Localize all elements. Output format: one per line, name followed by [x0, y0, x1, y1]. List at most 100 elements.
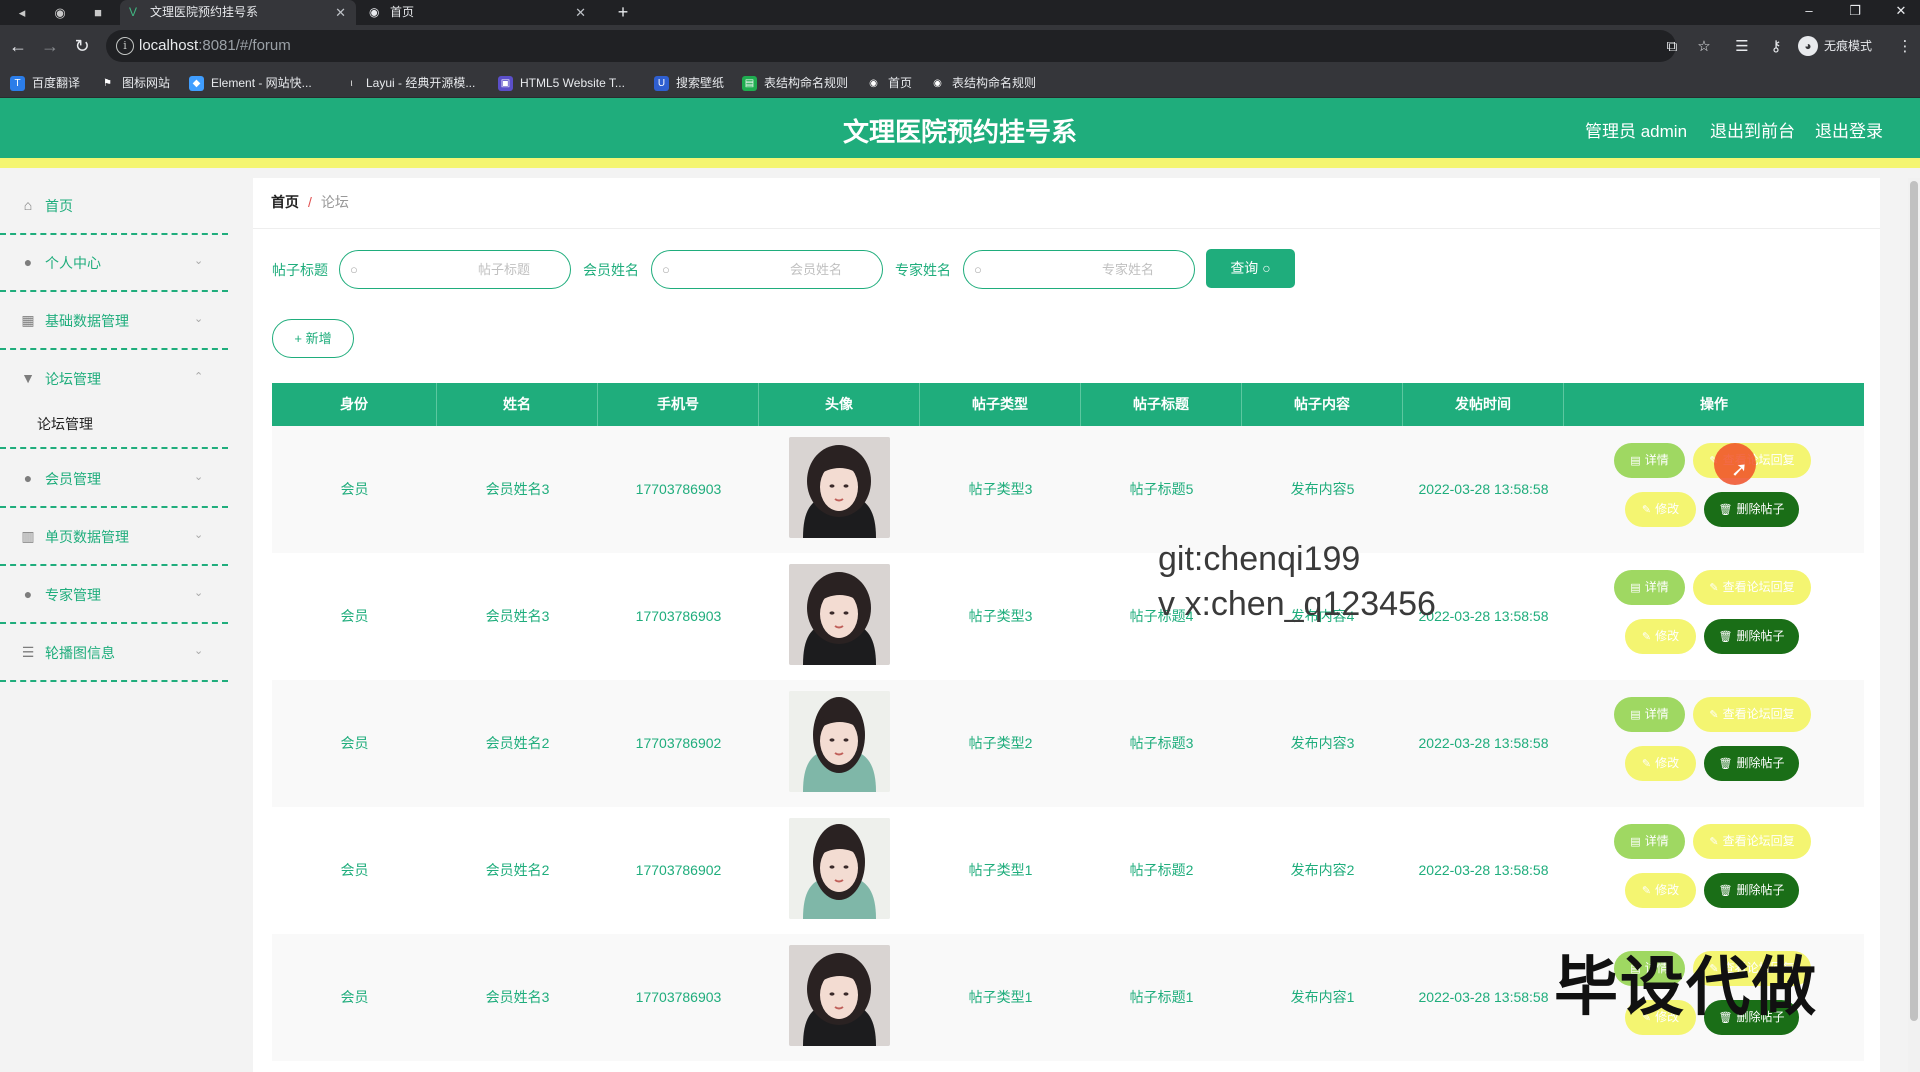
forward-icon[interactable]: →	[39, 36, 61, 56]
tab-close-icon[interactable]: ✕	[335, 0, 346, 25]
plus-icon: +	[294, 331, 302, 346]
sidebar-item-member[interactable]: ● 会员管理 ⌄	[0, 451, 228, 508]
cell-name: 会员姓名3	[485, 608, 550, 624]
sidebar-subitem-forum-management[interactable]: 论坛管理	[0, 400, 228, 449]
url-text[interactable]: localhost:8081/#/forum	[139, 30, 291, 62]
key-icon[interactable]: ⚷	[1766, 37, 1786, 57]
bookmark-item[interactable]: ▤ 表结构命名规则	[742, 68, 848, 98]
new-tab-button[interactable]: +	[612, 0, 634, 24]
bookmark-item[interactable]: ⚑ 图标网站	[100, 68, 170, 98]
tab-home[interactable]: ◉ 首页 ✕	[360, 0, 596, 25]
edit-button[interactable]: ✎ 修改	[1625, 873, 1696, 908]
delete-post-button[interactable]: 🗑 删除帖子	[1704, 873, 1799, 908]
detail-button[interactable]: ▤ 详情	[1614, 697, 1685, 732]
admin-label: 管理员 admin	[1585, 122, 1688, 141]
cell-name: 会员姓名2	[485, 735, 550, 751]
bookmark-item[interactable]: ◆ Element - 网站快...	[189, 68, 312, 98]
breadcrumb-home[interactable]: 首页	[271, 194, 299, 210]
site-info-icon[interactable]: i	[116, 37, 134, 55]
expert-name-input[interactable]	[992, 251, 1182, 288]
search-icon: ○	[974, 262, 982, 277]
add-button[interactable]: + 新增	[272, 319, 354, 358]
edit-button[interactable]: ✎ 修改	[1625, 746, 1696, 781]
sidebar-item-personal-center[interactable]: ● 个人中心 ⌄	[0, 235, 228, 292]
browser-globe-icon[interactable]: ◉	[50, 3, 70, 23]
restore-icon[interactable]: ❐	[1832, 0, 1878, 25]
table-header: 身份 姓名 手机号 头像 帖子类型 帖子标题 帖子内容 发帖时间 操作	[272, 383, 1864, 426]
layui-icon: ι	[350, 78, 353, 89]
sidebar-item-carousel[interactable]: ☰ 轮播图信息 ⌄	[0, 625, 228, 682]
member-name-input[interactable]	[680, 251, 870, 288]
chevron-down-icon: ⌄	[194, 529, 204, 541]
cell-name: 会员姓名3	[485, 481, 550, 497]
bookmark-item[interactable]: T 百度翻译	[10, 68, 80, 98]
profile-label: 无痕模式	[1824, 39, 1873, 53]
list-icon: ☰	[21, 644, 35, 660]
table-icon: ▤	[742, 76, 757, 91]
sidebar-item-single-page[interactable]: ▥ 单页数据管理 ⌄	[0, 509, 228, 566]
expert-name-search-field[interactable]: ○	[963, 250, 1195, 289]
tab-active[interactable]: V 文理医院预约挂号系 ✕	[120, 0, 356, 25]
logout-link[interactable]: 退出登录	[1815, 98, 1883, 166]
reading-list-icon[interactable]: ☰	[1732, 37, 1752, 57]
cell-phone: 17703786902	[635, 735, 722, 751]
cell-time: 2022-03-28 13:58:58	[1418, 862, 1549, 878]
view-reply-button[interactable]: ✎查看论坛回复	[1693, 697, 1811, 732]
cursor-icon: ➚	[1731, 459, 1748, 481]
translate-icon[interactable]: ⧉	[1662, 37, 1682, 57]
chevron-up-icon: ⌃	[194, 371, 204, 383]
cell-title: 帖子标题1	[1129, 989, 1194, 1005]
avatar	[789, 437, 890, 538]
search-icon: ○	[350, 262, 358, 277]
address-bar[interactable]: i localhost:8081/#/forum	[106, 30, 1676, 62]
member-name-search-field[interactable]: ○	[651, 250, 883, 289]
delete-post-button[interactable]: 🗑 删除帖子	[1704, 619, 1799, 654]
bookmark-item[interactable]: U 搜索壁纸	[654, 68, 724, 98]
element-icon: ◆	[189, 76, 204, 91]
breadcrumb: 首页 / 论坛	[253, 178, 1880, 228]
window-close-icon[interactable]: ✕	[1878, 0, 1920, 25]
detail-button[interactable]: ▤ 详情	[1614, 443, 1685, 478]
bookmark-item[interactable]: ▣ HTML5 Website T...	[498, 68, 625, 98]
sidebar-item-home[interactable]: ⌂ 首页	[0, 178, 228, 235]
breadcrumb-separator: /	[308, 194, 312, 210]
view-reply-button[interactable]: ✎查看论坛回复	[1693, 824, 1811, 859]
tab-search-icon[interactable]: ■	[88, 3, 108, 23]
bookmark-item[interactable]: ◉ 表结构命名规则	[930, 68, 1036, 98]
post-title-input[interactable]	[368, 251, 558, 288]
edit-button[interactable]: ✎ 修改	[1625, 492, 1696, 527]
back-icon[interactable]: ←	[7, 36, 29, 56]
delete-post-button-label: 删除帖子	[1736, 883, 1785, 897]
query-button[interactable]: 查询 ○	[1206, 249, 1295, 288]
tab-close-icon[interactable]: ✕	[575, 0, 586, 25]
edit-icon: ✎	[1641, 504, 1652, 516]
tab-title: 文理医院预约挂号系	[150, 5, 259, 19]
reload-icon[interactable]: ↻	[71, 36, 93, 56]
edit-button-label: 修改	[1655, 629, 1680, 643]
bookmark-item[interactable]: ◉ 首页	[866, 68, 912, 98]
post-title-search-field[interactable]: ○	[339, 250, 571, 289]
delete-post-button[interactable]: 🗑 删除帖子	[1704, 746, 1799, 781]
delete-post-button[interactable]: 🗑 删除帖子	[1704, 492, 1799, 527]
page-scrollbar[interactable]	[1908, 178, 1920, 1072]
sidebar-item-basic-data[interactable]: ▦ 基础数据管理 ⌄	[0, 293, 228, 350]
incognito-profile[interactable]: ◕ 无痕模式	[1796, 34, 1872, 58]
avatar-image	[789, 945, 890, 1046]
detail-button[interactable]: ▤ 详情	[1614, 570, 1685, 605]
column-header: 身份	[272, 383, 437, 426]
scrollbar-thumb[interactable]	[1910, 181, 1918, 1021]
cell-title: 帖子标题2	[1129, 862, 1194, 878]
exit-to-front-link[interactable]: 退出到前台	[1710, 98, 1795, 166]
bookmark-star-icon[interactable]: ☆	[1694, 37, 1714, 57]
column-header: 操作	[1700, 396, 1728, 412]
view-reply-button[interactable]: ✎查看论坛回复	[1693, 570, 1811, 605]
edit-button[interactable]: ✎ 修改	[1625, 619, 1696, 654]
audio-icon[interactable]: ◂	[12, 3, 32, 23]
detail-button[interactable]: ▤ 详情	[1614, 824, 1685, 859]
watermark-stamp: 毕设代做	[1554, 951, 1818, 1023]
bookmark-item[interactable]: ι Layui - 经典开源模...	[344, 68, 475, 98]
menu-dots-icon[interactable]: ⋮	[1895, 37, 1915, 57]
sidebar-item-expert[interactable]: ● 专家管理 ⌄	[0, 567, 228, 624]
cell-name: 会员姓名2	[485, 862, 550, 878]
minimize-icon[interactable]: –	[1786, 0, 1832, 25]
